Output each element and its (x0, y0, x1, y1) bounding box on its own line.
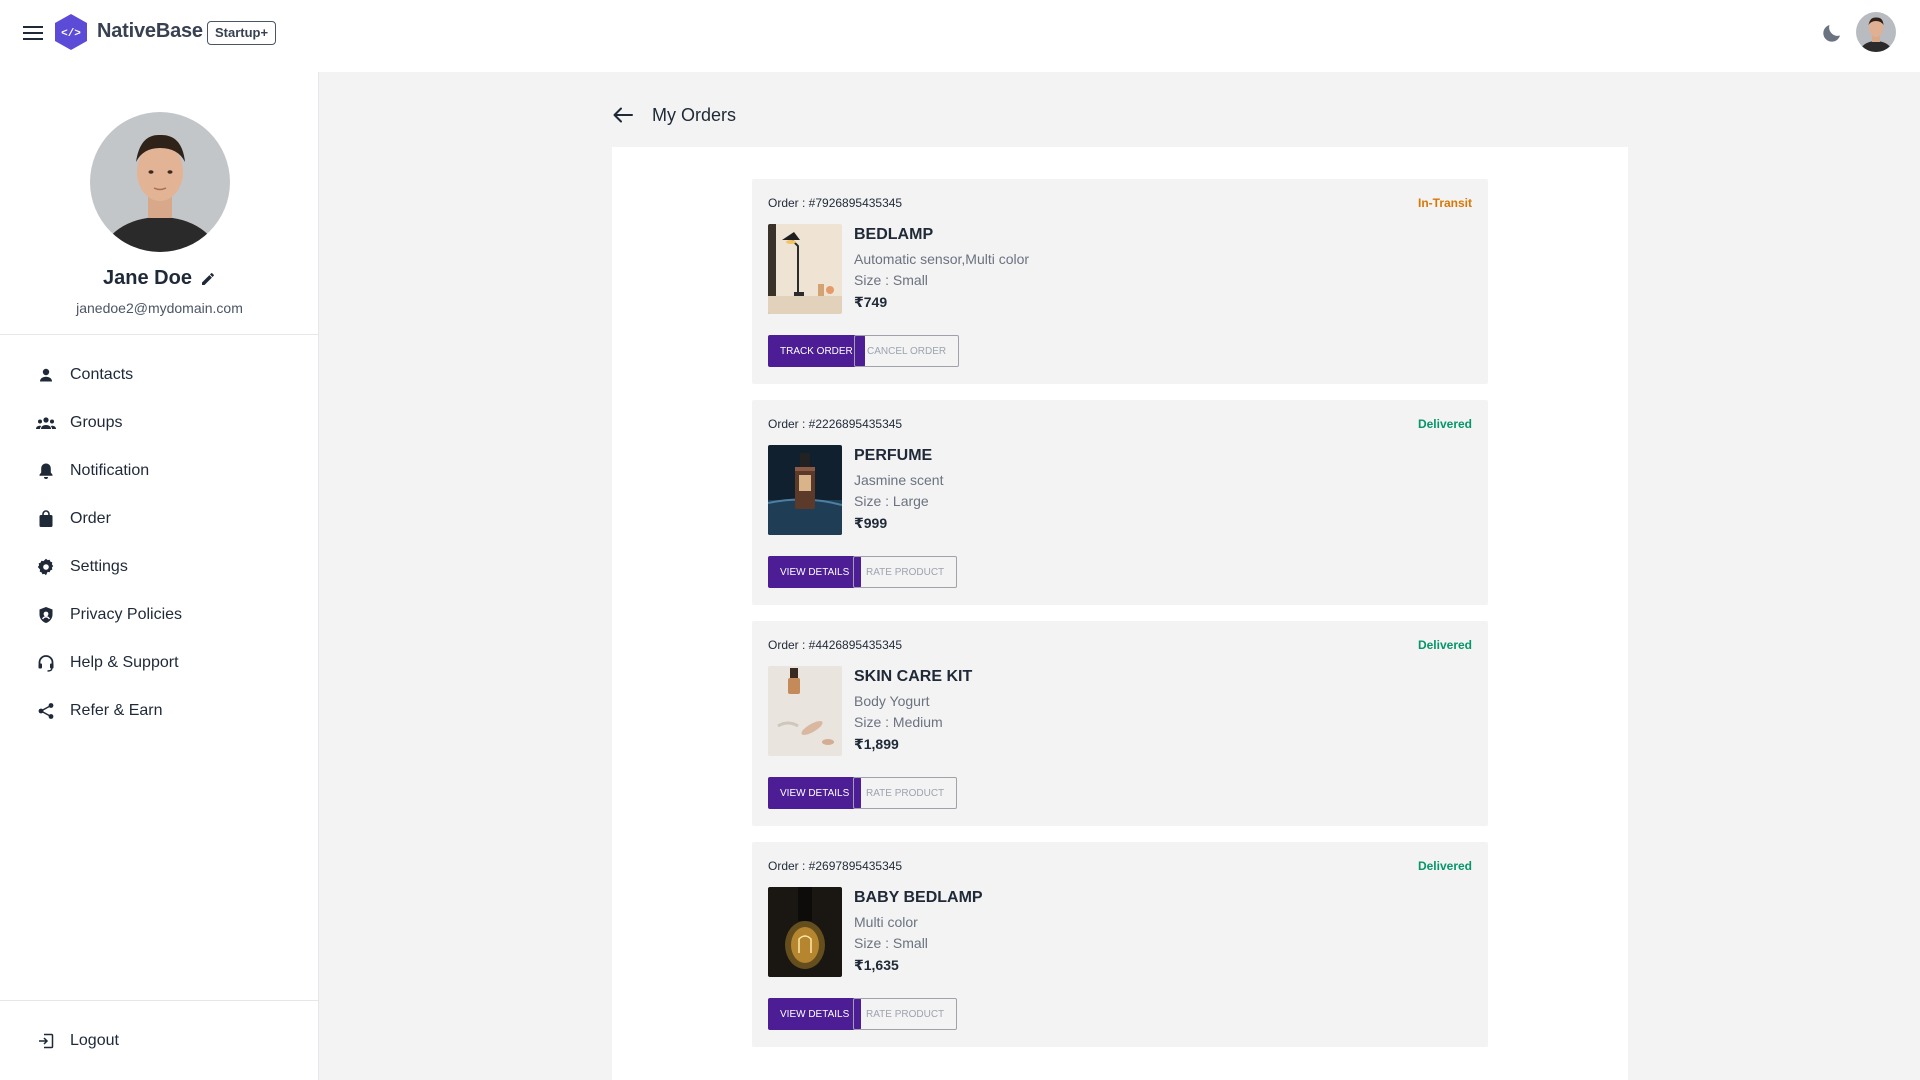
sidebar-item-label: Settings (70, 558, 128, 575)
product-size: Size : Small (854, 272, 928, 288)
product-image-perfume (768, 445, 842, 535)
orders-panel: Order : #7926895435345 In-Transit BEDLAM… (612, 147, 1628, 1080)
gear-icon (36, 557, 56, 577)
logout-icon (36, 1031, 56, 1051)
product-size: Size : Large (854, 493, 929, 509)
product-image-skin-care-kit (768, 666, 842, 756)
sidebar-item-label: Contacts (70, 366, 134, 383)
sidebar-item-order[interactable]: Order (0, 495, 318, 543)
profile-name-row: Jane Doe (0, 267, 319, 290)
sidebar-item-label: Help & Support (70, 654, 179, 671)
product-size: Size : Medium (854, 714, 943, 730)
product-name: SKIN CARE KIT (854, 668, 973, 685)
orders-list: Order : #7926895435345 In-Transit BEDLAM… (752, 179, 1488, 1063)
sidebar-item-contacts[interactable]: Contacts (0, 351, 318, 399)
sidebar-item-label: Privacy Policies (70, 606, 183, 623)
product-size: Size : Small (854, 935, 928, 951)
rate-product-button[interactable]: RATE PRODUCT (853, 998, 958, 1030)
bell-icon (36, 461, 56, 481)
sidebar-item-privacy-policies[interactable]: Privacy Policies (0, 591, 318, 639)
rate-product-button[interactable]: RATE PRODUCT (853, 556, 958, 588)
track-order-button[interactable]: TRACK ORDER (768, 335, 865, 367)
sidebar-item-refer-earn[interactable]: Refer & Earn (0, 687, 318, 735)
sidebar-nav: Contacts Groups Notification Order Setti… (0, 335, 318, 735)
product-description: Multi color (854, 914, 918, 930)
nativebase-logo-icon[interactable]: </> (54, 13, 88, 51)
view-details-button[interactable]: VIEW DETAILS (768, 556, 862, 588)
sidebar: Jane Doe janedoe2@mydomain.com Contacts … (0, 72, 319, 1080)
profile-section: Jane Doe janedoe2@mydomain.com (0, 72, 318, 335)
view-details-button[interactable]: VIEW DETAILS (768, 777, 862, 809)
share-icon (36, 701, 56, 721)
logout-label: Logout (70, 1031, 119, 1049)
order-id: Order : #2226895435345 (768, 417, 903, 431)
sidebar-item-label: Groups (70, 414, 123, 431)
order-id: Order : #7926895435345 (768, 196, 903, 210)
product-name: PERFUME (854, 447, 933, 464)
page-header: My Orders (612, 104, 736, 126)
sidebar-item-groups[interactable]: Groups (0, 399, 318, 447)
status-badge: Delivered (1417, 638, 1472, 652)
product-name: BEDLAMP (854, 226, 934, 243)
status-badge: In-Transit (1417, 196, 1472, 210)
back-arrow-icon[interactable] (612, 104, 634, 126)
shield-icon (36, 605, 56, 625)
status-badge: Delivered (1417, 859, 1472, 873)
order-card: Order : #2226895435345 Delivered PERFUME… (752, 400, 1488, 605)
order-card: Order : #4426895435345 Delivered SKIN CA… (752, 621, 1488, 826)
sidebar-item-label: Refer & Earn (70, 702, 163, 719)
groups-icon (36, 413, 56, 433)
page-title: My Orders (652, 104, 737, 125)
product-image-baby-bedlamp (768, 887, 842, 977)
shopping-bag-icon (36, 509, 56, 529)
sidebar-item-settings[interactable]: Settings (0, 543, 318, 591)
product-image-bedlamp (768, 224, 842, 314)
order-id: Order : #4426895435345 (768, 638, 903, 652)
sidebar-item-help-support[interactable]: Help & Support (0, 639, 318, 687)
status-badge: Delivered (1417, 417, 1472, 431)
profile-avatar[interactable] (90, 112, 230, 252)
sidebar-item-label: Notification (70, 462, 150, 479)
user-avatar[interactable] (1856, 12, 1896, 52)
product-price: ₹999 (854, 515, 888, 531)
moon-icon[interactable] (1820, 21, 1844, 45)
pencil-edit-icon[interactable] (200, 271, 216, 287)
order-card: Order : #2697895435345 Delivered BABY BE… (752, 842, 1488, 1047)
view-details-button[interactable]: VIEW DETAILS (768, 998, 862, 1030)
hamburger-menu-icon[interactable] (20, 20, 46, 46)
product-description: Jasmine scent (854, 472, 944, 488)
product-price: ₹1,635 (854, 957, 899, 973)
product-price: ₹749 (854, 294, 888, 310)
person-icon (36, 365, 56, 385)
logout-button[interactable]: Logout (0, 1000, 318, 1080)
product-name: BABY BEDLAMP (854, 889, 983, 906)
sidebar-item-label: Order (70, 510, 111, 527)
top-bar: </> NativeBase Startup+ (0, 0, 1920, 72)
rate-product-button[interactable]: RATE PRODUCT (853, 777, 958, 809)
logo-glyph: </> (61, 28, 81, 40)
profile-name: Jane Doe (103, 267, 192, 289)
cancel-order-button[interactable]: CANCEL ORDER (854, 335, 960, 367)
brand-name[interactable]: NativeBase (97, 20, 203, 43)
plan-badge: Startup+ (207, 21, 277, 45)
product-description: Body Yogurt (854, 693, 930, 709)
headset-icon (36, 653, 56, 673)
order-id: Order : #2697895435345 (768, 859, 903, 873)
product-description: Automatic sensor,Multi color (854, 251, 1030, 267)
product-price: ₹1,899 (854, 736, 899, 752)
profile-email: janedoe2@mydomain.com (76, 300, 243, 316)
order-card: Order : #7926895435345 In-Transit BEDLAM… (752, 179, 1488, 384)
sidebar-item-notification[interactable]: Notification (0, 447, 318, 495)
